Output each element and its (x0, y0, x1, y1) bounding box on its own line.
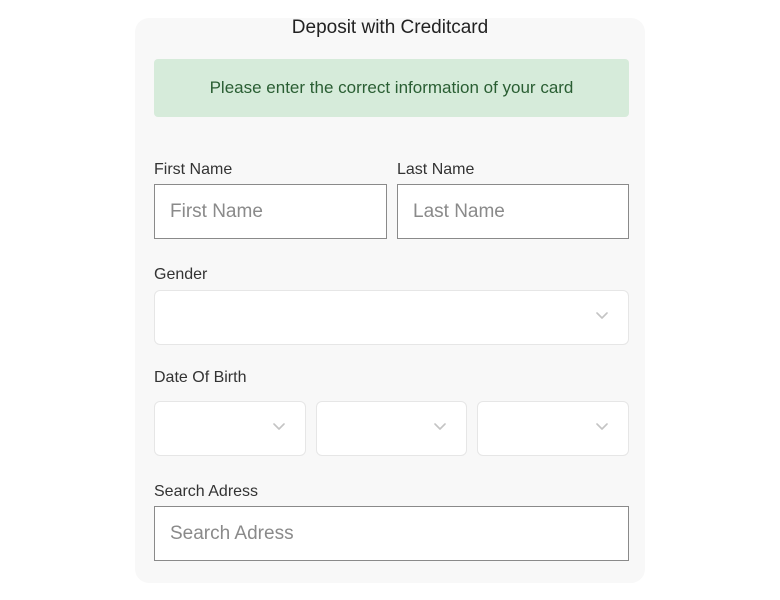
chevron-down-icon (273, 423, 285, 430)
chevron-down-icon (596, 423, 608, 430)
info-notice: Please enter the correct information of … (154, 59, 629, 117)
search-address-label: Search Adress (154, 483, 259, 500)
deposit-card: Deposit with Creditcard Please enter the… (135, 18, 645, 583)
birth-month-select[interactable] (316, 401, 467, 456)
birth-day-select[interactable] (154, 401, 306, 456)
date-of-birth-label: Date Of Birth (154, 369, 247, 386)
last-name-input[interactable] (397, 184, 629, 239)
chevron-down-icon (434, 423, 446, 430)
gender-select[interactable] (154, 290, 629, 345)
chevron-down-icon (596, 312, 608, 319)
search-address-input[interactable] (154, 506, 629, 561)
first-name-label: First Name (154, 161, 233, 178)
first-name-input[interactable] (154, 184, 387, 239)
last-name-label: Last Name (397, 161, 475, 178)
gender-label: Gender (154, 266, 208, 283)
birth-year-select[interactable] (477, 401, 629, 456)
form-title: Deposit with Creditcard (291, 17, 489, 38)
